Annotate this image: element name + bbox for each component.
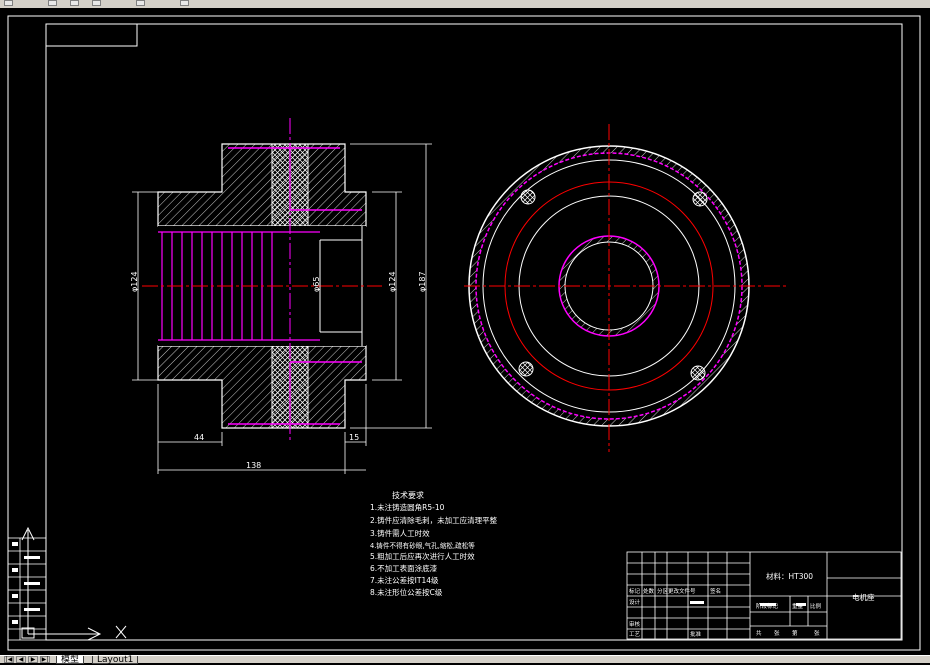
dim-d65: φ65 (312, 277, 321, 292)
margin-stamp-block (7, 537, 47, 641)
bolt-hole-br (690, 365, 706, 381)
note-line-5: 5.粗加工后应再次进行人工时效 (370, 551, 475, 561)
note-line-1: 1.未注铸造圆角R5-10 (370, 502, 445, 512)
dim-w44: 44 (194, 433, 204, 442)
tb-material: 材料：HT300 (766, 571, 813, 581)
toolbar-icon-2[interactable] (48, 0, 57, 6)
nav-first-button[interactable]: |◀ (4, 656, 14, 663)
bolt-hole-tr (692, 191, 708, 207)
crosshair-cursor-icon (115, 625, 127, 639)
tb-part-name: 电机座 (852, 592, 875, 602)
dim-d124-left: φ124 (130, 271, 139, 292)
note-line-6: 6.不加工表面涂底漆 (370, 563, 438, 573)
margin-stamp-fills (12, 542, 40, 624)
toolbar-icon-3[interactable] (70, 0, 79, 6)
tb-label-of: 第 (792, 629, 798, 637)
tb-label-process: 工艺 (629, 631, 641, 638)
tb-label-mark: 标记 (629, 587, 641, 595)
toolbar-icon-4[interactable] (92, 0, 101, 6)
tb-label-count: 处数 (643, 587, 655, 595)
tb-label-approve: 批准 (690, 630, 702, 638)
tb-label-design: 设计 (629, 598, 641, 606)
nav-prev-button[interactable]: ◀ (16, 656, 26, 663)
tb-label-sheet2: 张 (814, 629, 820, 637)
note-line-2: 2.铸件应清除毛刺，未加工应清理平整 (370, 515, 498, 525)
tb-label-zone: 分区 (657, 587, 669, 595)
toolbar-icon-6[interactable] (180, 0, 189, 6)
tb-label-review: 审核 (629, 620, 641, 628)
tb-label-doc: 更改文件号 (668, 587, 696, 595)
nav-last-button[interactable]: ▶| (40, 656, 50, 663)
tb-label-sheet1: 张 (774, 629, 780, 637)
note-line-8: 8.未注形位公差按C级 (370, 587, 443, 597)
title-block-filled-cells (690, 601, 806, 606)
bolt-hole-tl (520, 189, 536, 205)
note-line-3: 3.铸件需人工时效 (370, 528, 430, 538)
dim-d124-right: φ124 (388, 271, 397, 292)
toolbar-strip (0, 0, 930, 8)
nav-next-button[interactable]: ▶ (28, 656, 38, 663)
tb-label-sign: 签名 (710, 587, 721, 595)
toolbar-icon-5[interactable] (136, 0, 145, 6)
notes-title: 技术要求 (392, 490, 424, 500)
bolt-hole-bl (518, 361, 534, 377)
dim-w138: 138 (246, 461, 261, 470)
drawing-canvas[interactable]: φ124 φ65 φ124 φ187 44 15 138 技术要求 1.未注铸造… (0, 8, 930, 655)
note-line-4: 4.铸件不得有砂眼,气孔,缩松,疏松等 (370, 541, 475, 550)
dim-d187: φ187 (418, 271, 427, 292)
dim-w15: 15 (349, 433, 359, 442)
layout-tab-bar: |◀ ◀ ▶ ▶| 模型 Layout1 (0, 655, 930, 665)
note-line-7: 7.未注公差按IT14级 (370, 575, 439, 585)
technical-notes: 技术要求 1.未注铸造圆角R5-10 2.铸件应清除毛刺，未加工应清理平整 3.… (370, 490, 498, 597)
tb-label-total: 共 (756, 629, 762, 637)
tb-label-scale: 比例 (810, 602, 822, 610)
toolbar-icon-1[interactable] (4, 0, 13, 6)
drawing-number-box (45, 23, 138, 47)
